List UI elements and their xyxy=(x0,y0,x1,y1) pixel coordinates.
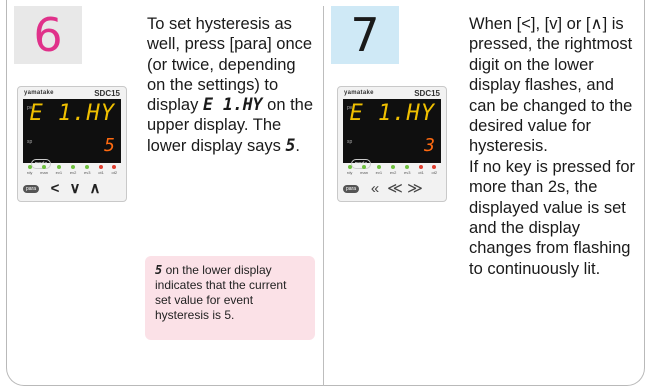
led-label: ev1 xyxy=(55,170,63,175)
step6-note-box: 5 on the lower display indicates that th… xyxy=(145,256,315,340)
led-label: ot1 xyxy=(98,170,104,175)
led-label: rdy xyxy=(346,170,353,175)
device-brand-logo: yamatake xyxy=(24,90,54,96)
sp-label: sp xyxy=(347,139,353,145)
down-arrow-key-icon[interactable]: ∨ xyxy=(65,180,85,198)
step6-text-c: . xyxy=(295,136,301,155)
led-label: ev3 xyxy=(84,170,91,175)
led-indicator-icon xyxy=(27,165,32,169)
led-row: rdy man ev1 ev2 ev3 ot1 ot2 xyxy=(23,165,121,175)
controller-device-step7: yamatake SDC15 pv E 1.HY sp 3 mode rdy m… xyxy=(337,86,447,202)
step-number-6: 6 xyxy=(14,6,82,64)
device-model-label: SDC15 xyxy=(414,89,440,98)
led-indicator-icon xyxy=(71,165,76,169)
led-indicator-icon xyxy=(99,165,104,169)
led-label: man xyxy=(360,170,368,175)
column-divider xyxy=(323,6,324,386)
upper-display: E 1.HY xyxy=(29,101,115,126)
device-brand-logo: yamatake xyxy=(344,90,374,96)
step6-instruction: To set hysteresis as well, press [para] … xyxy=(147,14,317,156)
lower-display-code: 5 xyxy=(285,135,296,155)
led-label: rdy xyxy=(26,170,33,175)
led-indicator-icon xyxy=(85,165,90,169)
led-label: ev3 xyxy=(404,170,411,175)
device-model-label: SDC15 xyxy=(94,89,120,98)
led-indicator-icon xyxy=(362,165,367,169)
led-indicator-icon xyxy=(56,165,61,169)
upper-display: E 1.HY xyxy=(349,101,435,126)
note-text: on the lower display indicates that the … xyxy=(155,263,287,322)
led-indicator-icon xyxy=(419,165,424,169)
led-label: ot2 xyxy=(431,170,438,175)
step7-text-b: If no key is pressed for more than 2s, t… xyxy=(469,157,635,278)
up-arrow-key-icon[interactable]: ∧ xyxy=(85,180,105,198)
device-keypad: para < ∨ ∧ xyxy=(23,179,123,199)
device-screen: pv E 1.HY sp 5 mode xyxy=(23,99,121,169)
step-number-7: 7 xyxy=(331,6,399,64)
led-indicator-icon xyxy=(42,165,47,169)
led-indicator-icon xyxy=(347,165,352,169)
led-indicator-icon xyxy=(432,165,437,169)
para-key[interactable]: para xyxy=(343,185,359,193)
led-indicator-icon xyxy=(376,165,381,169)
led-label: ev1 xyxy=(375,170,383,175)
led-row: rdy man ev1 ev2 ev3 ot1 ot2 xyxy=(343,165,441,175)
left-arrow-key-icon[interactable]: < xyxy=(45,180,65,198)
led-indicator-icon xyxy=(112,165,117,169)
controller-device-step6: yamatake SDC15 pv E 1.HY sp 5 mode rdy m… xyxy=(17,86,127,202)
led-label: ot1 xyxy=(418,170,424,175)
sp-label: sp xyxy=(27,139,33,145)
led-indicator-icon xyxy=(391,165,396,169)
led-label: ev2 xyxy=(389,170,397,175)
lower-display-flashing: 3 xyxy=(424,135,435,156)
led-label: man xyxy=(40,170,48,175)
left-arrow-key-icon[interactable]: « xyxy=(365,180,385,198)
lower-display: 5 xyxy=(104,135,115,156)
led-label: ev2 xyxy=(69,170,77,175)
para-key[interactable]: para xyxy=(23,185,39,193)
device-screen: pv E 1.HY sp 3 mode xyxy=(343,99,441,169)
led-label: ot2 xyxy=(111,170,118,175)
step7-instruction: When [<], [v] or [∧] is pressed, the rig… xyxy=(469,14,643,279)
device-keypad: para « ≪ ≫ xyxy=(343,179,443,199)
step7-text-a: When [<], [v] or [∧] is pressed, the rig… xyxy=(469,15,633,156)
up-arrow-key-icon[interactable]: ≫ xyxy=(405,180,425,198)
upper-display-code: E 1.HY xyxy=(202,95,263,115)
down-arrow-key-icon[interactable]: ≪ xyxy=(385,180,405,198)
led-indicator-icon xyxy=(405,165,410,169)
